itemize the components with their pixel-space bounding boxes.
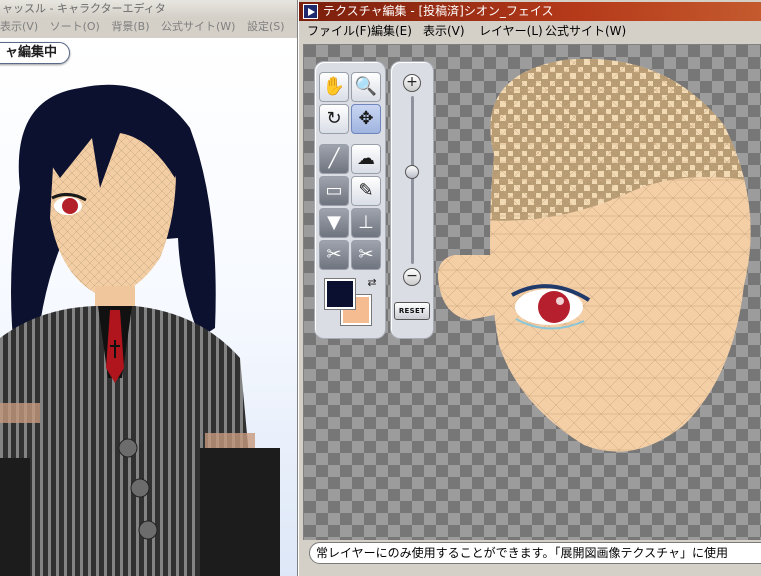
edit-mode-label: ャ編集中 — [5, 45, 58, 60]
status-bar: 常レイヤーにのみ使用することができます。「展開図画像テクスチャ」に使用 — [309, 542, 761, 564]
zoom-palette: + − RESET — [390, 61, 434, 339]
zoom-out-button[interactable]: − — [403, 268, 421, 286]
zoom-slider-track[interactable] — [411, 96, 414, 264]
paint-bucket-icon: ▼ — [327, 212, 341, 233]
character-editor-window: ャッスル - キャラクターエディタ 表示(V) ソート(O) 背景(B) 公式サ… — [0, 0, 300, 576]
screen: ャッスル - キャラクターエディタ 表示(V) ソート(O) 背景(B) 公式サ… — [0, 0, 761, 576]
tool-palette: ✋ 🔍 ↻ ✥ ╱ ☁ ▭ ✎ ▼ ⊥ ✂ ✂ ⇄ — [314, 61, 386, 339]
hand-tool-button[interactable]: ✋ — [319, 72, 349, 102]
plus-icon: + — [406, 74, 418, 90]
brush-tool-button[interactable]: ╱ — [319, 144, 349, 174]
character-avatar-render — [0, 84, 280, 576]
texture-canvas[interactable]: ✋ 🔍 ↻ ✥ ╱ ☁ ▭ ✎ ▼ ⊥ ✂ ✂ ⇄ + − RESET — [303, 44, 761, 540]
character-editor-menubar: 表示(V) ソート(O) 背景(B) 公式サイト(W) 設定(S) — [0, 18, 300, 36]
eyedropper-icon: ✎ — [358, 180, 374, 201]
status-text: 常レイヤーにのみ使用することができます。「展開図画像テクスチャ」に使用 — [316, 546, 728, 560]
brush-icon: ╱ — [328, 148, 340, 169]
reset-label: RESET — [398, 307, 426, 315]
scissors-right-icon: ✂ — [358, 244, 374, 265]
character-editor-title: ャッスル - キャラクターエディタ — [2, 2, 166, 15]
menu-sort[interactable]: ソート(O) — [50, 20, 100, 33]
stamp-icon: ⊥ — [358, 212, 374, 233]
zoom-tool-button[interactable]: 🔍 — [351, 72, 381, 102]
blur-tool-button[interactable]: ☁ — [351, 144, 381, 174]
magnifier-icon: 🔍 — [354, 76, 378, 97]
texture-editor-titlebar[interactable]: テクスチャ編集 - [投稿済]シオン_フェイス — [299, 2, 761, 21]
edit-mode-badge: ャ編集中 — [0, 42, 71, 64]
menu-edit[interactable]: 編集(E) — [371, 21, 412, 41]
texture-editor-title: テクスチャ編集 - [投稿済]シオン_フェイス — [323, 4, 554, 18]
bucket-tool-button[interactable]: ▼ — [319, 208, 349, 238]
mirror-right-tool-button[interactable]: ✂ — [351, 240, 381, 270]
swap-colors-icon[interactable]: ⇄ — [364, 275, 380, 291]
menu-official-site[interactable]: 公式サイト(W) — [545, 21, 626, 41]
zoom-slider-thumb[interactable] — [405, 164, 419, 179]
zoom-reset-button[interactable]: RESET — [394, 302, 430, 320]
menu-settings[interactable]: 設定(S) — [247, 20, 285, 33]
menu-background[interactable]: 背景(B) — [111, 20, 149, 33]
mirror-left-tool-button[interactable]: ✂ — [319, 240, 349, 270]
scissors-left-icon: ✂ — [326, 244, 342, 265]
rotate-tool-button[interactable]: ↻ — [319, 104, 349, 134]
menu-layer[interactable]: レイヤー(L) — [479, 21, 543, 41]
menu-official-site[interactable]: 公式サイト(W) — [161, 20, 235, 33]
stamp-tool-button[interactable]: ⊥ — [351, 208, 381, 238]
eyedropper-tool-button[interactable]: ✎ — [351, 176, 381, 206]
eraser-icon: ▭ — [325, 180, 343, 201]
move-tool-button[interactable]: ✥ — [351, 104, 381, 134]
move-arrows-icon: ✥ — [358, 108, 374, 129]
menu-view[interactable]: 表示(V) — [423, 21, 465, 41]
character-editor-titlebar[interactable]: ャッスル - キャラクターエディタ — [0, 0, 300, 18]
blur-icon: ☁ — [357, 148, 375, 169]
menu-view[interactable]: 表示(V) — [0, 20, 38, 33]
hand-icon: ✋ — [322, 76, 346, 97]
eraser-tool-button[interactable]: ▭ — [319, 176, 349, 206]
foreground-color-swatch[interactable] — [325, 279, 355, 309]
minus-icon: − — [406, 268, 418, 284]
rotate-icon: ↻ — [326, 108, 342, 129]
app-icon[interactable] — [303, 4, 318, 19]
texture-editor-menubar: ファイル(F) 編集(E) 表示(V) レイヤー(L) 公式サイト(W) — [299, 21, 761, 41]
menu-file[interactable]: ファイル(F) — [307, 21, 371, 41]
zoom-in-button[interactable]: + — [403, 74, 421, 92]
texture-editor-window: テクスチャ編集 - [投稿済]シオン_フェイス ファイル(F) 編集(E) 表示… — [298, 0, 761, 576]
